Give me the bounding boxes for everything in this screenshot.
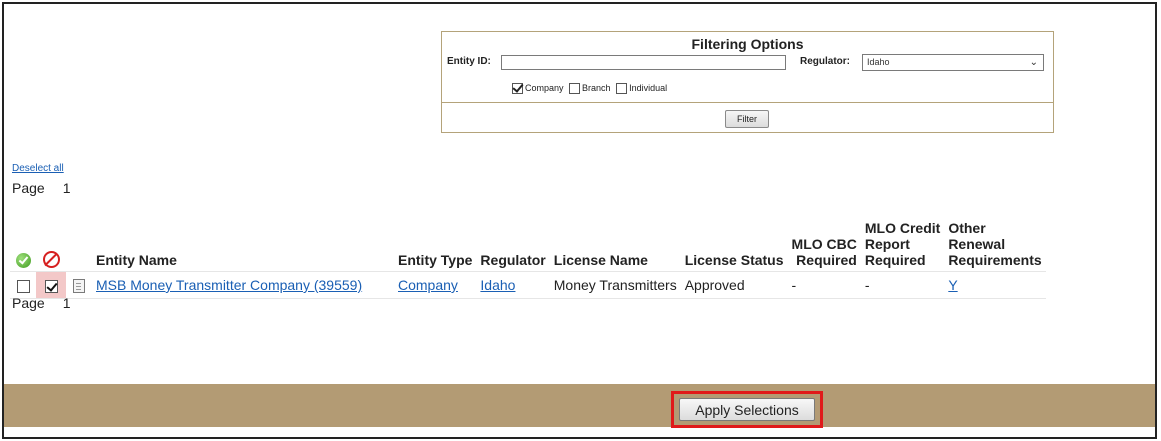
prohibited-icon[interactable] — [42, 251, 60, 268]
branch-checkbox[interactable] — [569, 83, 581, 95]
mlo-credit-cell: - — [860, 271, 945, 299]
mlo-credit-header: MLO Credit Report Required — [864, 220, 941, 268]
page-label: Page — [12, 180, 45, 196]
page-frame: Filtering Options Entity ID: Regulator: … — [2, 2, 1157, 439]
page-indicator-top: Page 1 — [12, 180, 71, 196]
entity-type-link[interactable]: Company — [398, 277, 458, 293]
regulator-label: Regulator: — [800, 56, 850, 67]
license-status-cell: Approved — [680, 271, 788, 299]
page-indicator-bottom: Page 1 — [12, 295, 71, 311]
regulator-select-value: Idaho — [867, 57, 890, 67]
entity-name-cell: MSB Money Transmitter Company (39559) — [92, 271, 394, 299]
entity-type-cell: Company — [394, 271, 477, 299]
regulator-link[interactable]: Idaho — [480, 277, 515, 293]
license-name-cell: Money Transmitters — [549, 271, 681, 299]
deselect-all-link[interactable]: Deselect all — [12, 163, 64, 174]
mlo-cbc-header: MLO CBC Required — [791, 236, 857, 268]
approve-all-header[interactable] — [10, 220, 36, 272]
approve-checkbox[interactable] — [16, 279, 30, 293]
regulator-cell: Idaho — [476, 271, 550, 299]
table-header-row: Entity Name Entity Type Regulator Licens… — [10, 220, 1046, 272]
reject-all-header[interactable] — [36, 220, 66, 272]
filtering-options-title: Filtering Options — [691, 36, 804, 52]
chevron-down-icon: ⌄ — [1029, 57, 1038, 68]
table-row: MSB Money Transmitter Company (39559) Co… — [10, 271, 1046, 299]
entity-type-checkboxes: Company Branch Individual — [509, 83, 668, 95]
page-number: 1 — [62, 180, 71, 196]
company-checkbox[interactable] — [512, 83, 523, 95]
entity-name-link[interactable]: MSB Money Transmitter Company (39559) — [96, 277, 362, 293]
entity-type-header: Entity Type — [398, 252, 473, 268]
individual-checkbox[interactable] — [616, 83, 628, 95]
page-label: Page — [12, 295, 45, 311]
other-renewal-cell: Y — [944, 271, 1046, 299]
license-name-header: License Name — [553, 252, 648, 268]
document-icon[interactable] — [73, 279, 85, 294]
entity-id-label: Entity ID: — [447, 56, 491, 67]
page-number: 1 — [62, 295, 71, 311]
mlo-cbc-cell: - — [787, 271, 861, 299]
other-renewal-header: Other Renewal Requirements — [948, 220, 1042, 268]
regulator-header: Regulator — [480, 252, 546, 268]
license-status-header: License Status — [684, 252, 784, 268]
entity-name-header: Entity Name — [96, 252, 177, 268]
action-bar — [4, 384, 1155, 427]
filtering-options-panel: Filtering Options Entity ID: Regulator: … — [441, 31, 1054, 133]
other-renewal-link[interactable]: Y — [948, 277, 957, 293]
individual-checkbox-label: Individual — [629, 83, 668, 93]
apply-selections-button[interactable]: Apply Selections — [679, 398, 815, 421]
company-checkbox-label: Company — [525, 83, 564, 93]
filter-divider — [442, 102, 1053, 103]
reject-checkbox[interactable] — [44, 279, 58, 293]
license-table: Entity Name Entity Type Regulator Licens… — [10, 220, 1046, 299]
branch-checkbox-label: Branch — [582, 83, 611, 93]
regulator-select[interactable]: Idaho ⌄ — [862, 54, 1044, 71]
filter-button[interactable]: Filter — [725, 110, 769, 128]
footer-strip — [4, 427, 1155, 437]
green-check-icon[interactable] — [15, 253, 31, 268]
entity-id-input[interactable] — [501, 55, 786, 70]
detail-header — [66, 220, 92, 272]
